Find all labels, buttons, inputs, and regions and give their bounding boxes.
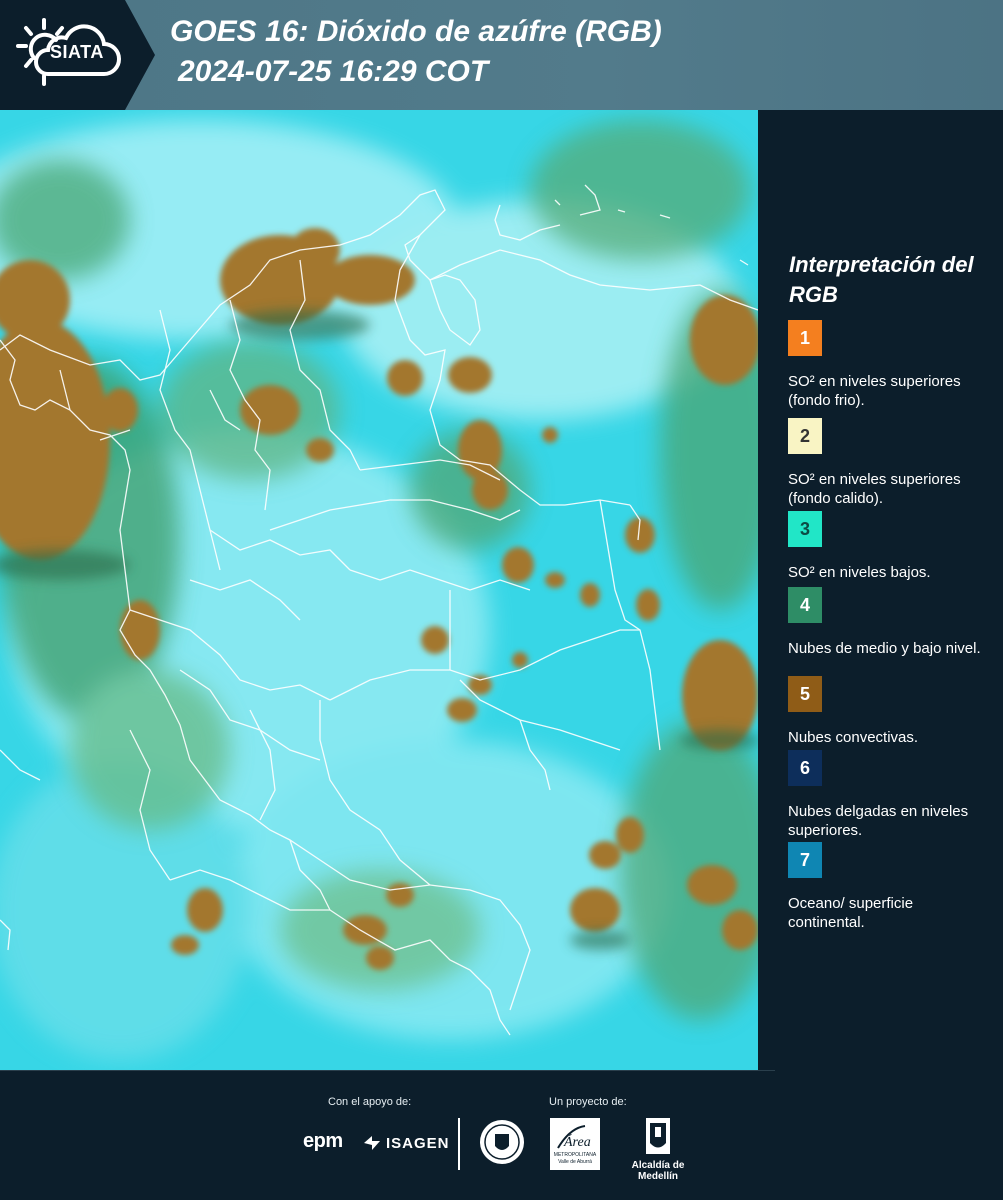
legend-title: Interpretación del RGB [789,252,974,307]
legend-label: Nubes de medio y bajo nivel. [788,640,981,657]
footer-divider [0,1070,775,1071]
area-logo-icon: Área METROPOLITANA Valle de Aburrá [550,1118,600,1170]
legend-swatch: 3 [788,511,822,547]
legend-label: SO² en niveles superiores (fondo frio). [788,373,961,409]
footer: Con el apoyo de: Un proyecto de: epm ISA… [0,1070,1003,1200]
legend-swatch: 2 [788,418,822,454]
legend-item-3: 3 SO² en niveles bajos. [788,511,993,582]
legend-item-4: 4 Nubes de medio y bajo nivel. [788,587,993,658]
legend-item-1: 1 SO² en niveles superiores (fondo frio). [788,320,993,410]
alcaldia-shield-icon [646,1118,670,1154]
legend-swatch: 5 [788,676,822,712]
area-logo-text: Área [563,1133,591,1150]
legend-item-6: 6 Nubes delgadas en niveles superiores. [788,750,993,840]
logo-divider [458,1118,460,1170]
page-datetime: 2024-07-25 16:29 COT [178,55,489,88]
legend-swatch: 4 [788,587,822,623]
legend-panel: Interpretación del RGB 1 SO² en niveles s… [760,110,1003,1070]
brand-name: SIATA [50,42,104,62]
legend-label: Nubes convectivas. [788,729,919,746]
legend-item-7: 7 Oceano/ superficie continental. [788,842,993,932]
alcaldia-label: Alcaldía de Medellín [631,1160,685,1182]
legend-swatch: 6 [788,750,822,786]
support-label: Con el apoyo de: [328,1096,412,1108]
epm-logo: epm [303,1130,343,1152]
area-metropolitana-logo: Área METROPOLITANA Valle de Aburrá [550,1118,600,1170]
header: SIATA GOES 16: Dióxido de azúfre (RGB) 2… [0,0,1003,110]
area-logo-line1: METROPOLITANA [554,1152,597,1158]
legend-label: SO² en niveles superiores (fondo calido)… [788,471,961,507]
legend-label: SO² en niveles bajos. [788,564,931,581]
legend-label: Nubes delgadas en niveles superiores. [788,803,969,839]
satellite-map [0,110,758,1070]
logo-block: SIATA [0,0,155,110]
isagen-icon [364,1136,380,1150]
project-label: Un proyecto de: [549,1096,627,1108]
page-title: GOES 16: Dióxido de azúfre (RGB) [170,15,662,48]
isagen-logo: ISAGEN [362,1132,450,1154]
map-image [0,110,758,1070]
legend-item-5: 5 Nubes convectivas. [788,676,993,747]
isagen-label: ISAGEN [386,1134,450,1152]
legend-swatch: 7 [788,842,822,878]
alcaldia-logo: Alcaldía de Medellín [613,1118,703,1182]
medellin-seal-icon [480,1120,524,1164]
legend-swatch: 1 [788,320,822,356]
legend-item-2: 2 SO² en niveles superiores (fondo calido… [788,418,993,508]
area-logo-line2: Valle de Aburrá [558,1159,592,1165]
legend-label: Oceano/ superficie continental. [788,895,914,931]
